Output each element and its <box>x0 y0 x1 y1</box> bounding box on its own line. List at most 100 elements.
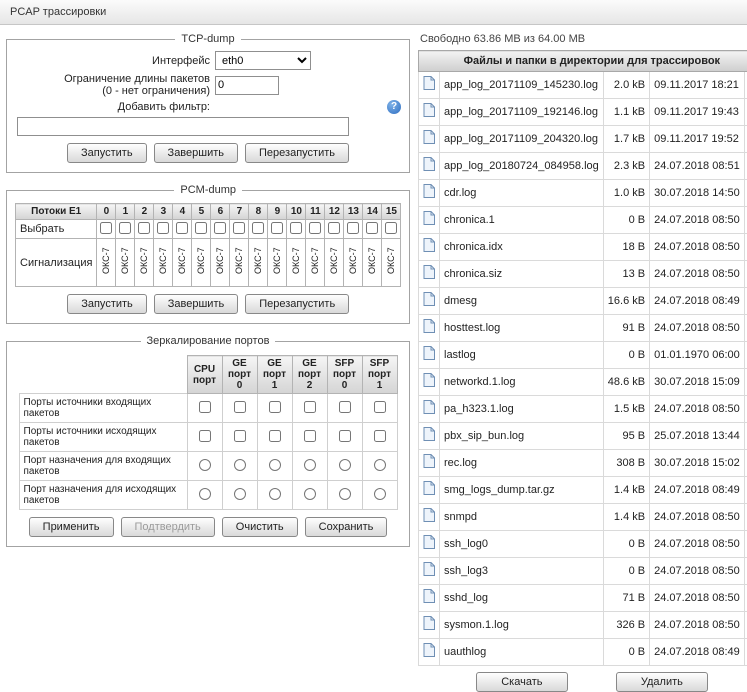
file-date: 24.07.2018 08:49 <box>650 288 745 315</box>
file-icon[interactable] <box>419 153 440 180</box>
file-icon[interactable] <box>419 126 440 153</box>
file-icon[interactable] <box>419 315 440 342</box>
length-limit-input[interactable] <box>215 76 279 95</box>
mirror-checkbox-1-2[interactable] <box>269 430 281 442</box>
file-icon[interactable] <box>419 396 440 423</box>
mirror-radio-3-1[interactable] <box>234 488 246 500</box>
file-icon[interactable] <box>419 450 440 477</box>
e1-signaling-label: ОКС-7 <box>272 242 283 280</box>
mirror-radio-3-3[interactable] <box>304 488 316 500</box>
file-size: 2.0 kB <box>603 72 649 99</box>
file-name: sysmon.1.log <box>440 612 604 639</box>
file-icon[interactable] <box>419 99 440 126</box>
mirror-cell <box>362 423 397 452</box>
file-icon[interactable] <box>419 342 440 369</box>
e1-select-checkbox-8[interactable] <box>252 222 264 234</box>
file-icon[interactable] <box>419 504 440 531</box>
file-row: app_log_20180724_084958.log2.3 kB24.07.2… <box>419 153 747 180</box>
mirror-checkbox-0-5[interactable] <box>374 401 386 413</box>
mirror-col-header-0: CPU порт <box>187 356 222 394</box>
tcpdump-restart-button[interactable]: Перезапустить <box>245 143 349 163</box>
file-icon[interactable] <box>419 288 440 315</box>
mirror-checkbox-0-2[interactable] <box>269 401 281 413</box>
mirror-radio-3-0[interactable] <box>199 488 211 500</box>
mirror-radio-2-2[interactable] <box>269 459 281 471</box>
help-icon[interactable]: ? <box>387 100 401 114</box>
file-icon[interactable] <box>419 639 440 666</box>
e1-select-checkbox-5[interactable] <box>195 222 207 234</box>
pcmdump-start-button[interactable]: Запустить <box>67 294 147 314</box>
file-icon[interactable] <box>419 261 440 288</box>
file-icon[interactable] <box>419 180 440 207</box>
file-icon[interactable] <box>419 558 440 585</box>
e1-select-checkbox-2[interactable] <box>138 222 150 234</box>
e1-signaling-cell: ОКС-7 <box>382 239 401 287</box>
pcmdump-restart-button[interactable]: Перезапустить <box>245 294 349 314</box>
mirror-radio-3-2[interactable] <box>269 488 281 500</box>
e1-signaling-label: ОКС-7 <box>120 242 131 280</box>
mirror-radio-2-1[interactable] <box>234 459 246 471</box>
mirror-checkbox-1-5[interactable] <box>374 430 386 442</box>
e1-select-cell <box>173 220 192 239</box>
mirror-clear-button[interactable]: Очистить <box>222 517 298 537</box>
e1-col-header-8: 8 <box>249 204 268 220</box>
mirror-save-button[interactable]: Сохранить <box>305 517 388 537</box>
file-size: 326 B <box>603 612 649 639</box>
file-icon[interactable] <box>419 207 440 234</box>
delete-button[interactable]: Удалить <box>616 672 708 692</box>
file-icon[interactable] <box>419 423 440 450</box>
e1-select-checkbox-3[interactable] <box>157 222 169 234</box>
mirror-apply-button[interactable]: Применить <box>29 517 114 537</box>
file-icon[interactable] <box>419 477 440 504</box>
mirror-radio-2-3[interactable] <box>304 459 316 471</box>
mirror-checkbox-0-4[interactable] <box>339 401 351 413</box>
mirror-cell <box>362 481 397 510</box>
mirror-checkbox-0-3[interactable] <box>304 401 316 413</box>
pcmdump-stop-button[interactable]: Завершить <box>154 294 238 314</box>
tcpdump-start-button[interactable]: Запустить <box>67 143 147 163</box>
e1-select-cell <box>230 220 249 239</box>
mirror-radio-3-5[interactable] <box>374 488 386 500</box>
mirror-cell <box>327 423 362 452</box>
file-icon[interactable] <box>419 72 440 99</box>
file-name: ssh_log3 <box>440 558 604 585</box>
e1-select-checkbox-15[interactable] <box>385 222 397 234</box>
file-size: 71 B <box>603 585 649 612</box>
file-name: ssh_log0 <box>440 531 604 558</box>
mirror-checkbox-0-1[interactable] <box>234 401 246 413</box>
mirror-checkbox-1-1[interactable] <box>234 430 246 442</box>
filter-input[interactable] <box>17 117 349 136</box>
e1-select-checkbox-6[interactable] <box>214 222 226 234</box>
e1-select-checkbox-10[interactable] <box>290 222 302 234</box>
interface-select[interactable]: eth0 <box>215 51 311 70</box>
e1-select-checkbox-0[interactable] <box>100 222 112 234</box>
e1-select-checkbox-9[interactable] <box>271 222 283 234</box>
file-icon[interactable] <box>419 234 440 261</box>
e1-select-checkbox-11[interactable] <box>309 222 321 234</box>
mirror-radio-2-5[interactable] <box>374 459 386 471</box>
tcpdump-stop-button[interactable]: Завершить <box>154 143 238 163</box>
file-size: 1.0 kB <box>603 180 649 207</box>
e1-select-checkbox-7[interactable] <box>233 222 245 234</box>
mirror-radio-3-4[interactable] <box>339 488 351 500</box>
mirror-checkbox-1-3[interactable] <box>304 430 316 442</box>
file-icon[interactable] <box>419 369 440 396</box>
e1-select-checkbox-1[interactable] <box>119 222 131 234</box>
mirror-checkbox-1-4[interactable] <box>339 430 351 442</box>
file-icon[interactable] <box>419 585 440 612</box>
e1-select-checkbox-4[interactable] <box>176 222 188 234</box>
mirror-radio-2-4[interactable] <box>339 459 351 471</box>
e1-select-checkbox-13[interactable] <box>347 222 359 234</box>
e1-select-checkbox-12[interactable] <box>328 222 340 234</box>
mirror-radio-2-0[interactable] <box>199 459 211 471</box>
file-icon[interactable] <box>419 531 440 558</box>
e1-signaling-cell: ОКС-7 <box>173 239 192 287</box>
download-button[interactable]: Скачать <box>476 672 568 692</box>
file-size: 0 B <box>603 639 649 666</box>
file-icon[interactable] <box>419 612 440 639</box>
mirror-checkbox-0-0[interactable] <box>199 401 211 413</box>
e1-select-checkbox-14[interactable] <box>366 222 378 234</box>
e1-select-cell <box>325 220 344 239</box>
mirror-checkbox-1-0[interactable] <box>199 430 211 442</box>
file-name: pbx_sip_bun.log <box>440 423 604 450</box>
